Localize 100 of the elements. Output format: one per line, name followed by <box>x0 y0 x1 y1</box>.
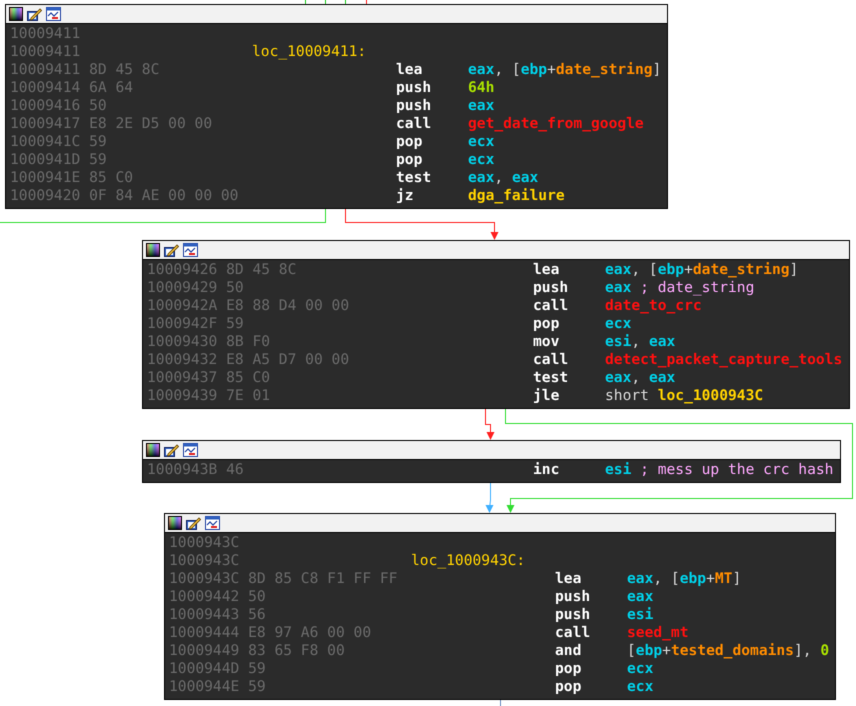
operand-text: eax <box>627 588 654 606</box>
instruction-bytes: 7E 01 <box>226 387 270 405</box>
graph-icon[interactable] <box>46 7 61 21</box>
mnemonic: pop <box>555 678 582 696</box>
address: 1000943C <box>169 534 240 552</box>
code-label: loc_1000943C: <box>411 552 526 570</box>
address: 1000943C <box>169 570 240 588</box>
address: 10009449 <box>169 642 240 660</box>
address: 1000941E <box>10 169 80 187</box>
mnemonic: call <box>533 351 568 369</box>
operand-text: seed_mt <box>627 624 689 642</box>
address: 10009411 <box>10 43 80 61</box>
operand-text: short loc_1000943C <box>605 387 764 405</box>
address: 10009426 <box>147 261 218 279</box>
mnemonic: push <box>555 606 590 624</box>
mnemonic: pop <box>396 133 422 151</box>
instruction-bytes: 8D 85 C8 F1 FF FF <box>248 570 398 588</box>
graph-icon[interactable] <box>183 443 198 457</box>
mnemonic: push <box>396 97 432 115</box>
operand-text: dga_failure <box>468 187 565 205</box>
instruction-bytes: E8 2E D5 00 00 <box>89 115 212 133</box>
address: 10009443 <box>169 606 240 624</box>
instruction-bytes: 59 <box>248 678 266 696</box>
address: 10009429 <box>147 279 218 297</box>
instruction-bytes: 50 <box>89 97 107 115</box>
mnemonic: lea <box>533 261 560 279</box>
instruction-bytes: E8 88 D4 00 00 <box>226 297 350 315</box>
instruction-bytes: 85 C0 <box>89 169 134 187</box>
mnemonic: lea <box>555 570 582 588</box>
palette-icon[interactable] <box>168 516 182 530</box>
operand-text: get_date_from_google <box>468 115 644 133</box>
edit-icon[interactable] <box>186 516 201 530</box>
address: 10009444 <box>169 624 240 642</box>
operand-text: ecx <box>468 133 494 151</box>
operand-text: date_to_crc <box>605 297 702 315</box>
palette-icon[interactable] <box>146 443 160 457</box>
instruction-bytes: E8 97 A6 00 00 <box>248 624 372 642</box>
address: 1000944D <box>169 660 240 678</box>
instruction-bytes: 59 <box>89 151 107 169</box>
palette-icon[interactable] <box>9 7 23 21</box>
palette-icon[interactable] <box>146 243 160 257</box>
operand-text: eax, [ebp+date_string] <box>468 61 662 79</box>
address: 10009432 <box>147 351 218 369</box>
instruction-bytes: 50 <box>226 279 244 297</box>
operand-text: esi ; mess up the crc hash <box>605 461 834 479</box>
operand-text: detect_packet_capture_tools <box>605 351 842 369</box>
instruction-bytes: 0F 84 AE 00 00 00 <box>89 187 238 205</box>
graph-icon[interactable] <box>183 243 198 257</box>
address: 10009439 <box>147 387 218 405</box>
mnemonic: push <box>396 79 432 97</box>
operand-text: eax, [ebp+MT] <box>627 570 742 588</box>
instruction-bytes: 8B F0 <box>226 333 270 351</box>
instruction-bytes: 50 <box>248 588 266 606</box>
address: 10009416 <box>10 97 80 115</box>
instruction-bytes: 6A 64 <box>89 79 134 97</box>
mnemonic: call <box>396 115 432 133</box>
mnemonic: and <box>555 642 582 660</box>
address: 10009414 <box>10 79 80 97</box>
address: 10009417 <box>10 115 80 133</box>
address: 10009430 <box>147 333 218 351</box>
edit-icon[interactable] <box>164 243 179 257</box>
instruction-bytes: 85 C0 <box>226 369 270 387</box>
edit-icon[interactable] <box>164 443 179 457</box>
mnemonic: pop <box>396 151 422 169</box>
instruction-bytes: 56 <box>248 606 266 624</box>
operand-text: ecx <box>627 678 654 696</box>
instruction-bytes: 59 <box>248 660 266 678</box>
address: 1000944E <box>169 678 240 696</box>
instruction-bytes: 59 <box>226 315 244 333</box>
operand-text: [ebp+tested_domains], 0 <box>627 642 830 660</box>
instruction-bytes: E8 A5 D7 00 00 <box>226 351 350 369</box>
address: 10009420 <box>10 187 80 205</box>
mnemonic: pop <box>555 660 582 678</box>
address: 1000941C <box>10 133 80 151</box>
address: 10009442 <box>169 588 240 606</box>
mnemonic: jz <box>396 187 414 205</box>
mnemonic: push <box>555 588 590 606</box>
operand-text: eax, eax <box>605 369 676 387</box>
address: 10009411 <box>10 25 80 43</box>
address: 1000941D <box>10 151 80 169</box>
instruction-bytes: 59 <box>89 133 107 151</box>
operand-text: 64h <box>468 79 494 97</box>
operand-text: ecx <box>605 315 632 333</box>
graph-icon[interactable] <box>205 516 220 530</box>
edit-icon[interactable] <box>27 7 42 21</box>
operand-text: ecx <box>627 660 654 678</box>
mnemonic: call <box>555 624 590 642</box>
operand-text: ecx <box>468 151 494 169</box>
instruction-bytes: 83 65 F8 00 <box>248 642 345 660</box>
mnemonic: test <box>396 169 432 187</box>
mnemonic: call <box>533 297 568 315</box>
address: 1000942F <box>147 315 218 333</box>
mnemonic: mov <box>533 333 560 351</box>
address: 1000942A <box>147 297 218 315</box>
operand-text: esi <box>627 606 654 624</box>
mnemonic: pop <box>533 315 560 333</box>
address: 1000943C <box>169 552 240 570</box>
mnemonic: jle <box>533 387 560 405</box>
operand-text: eax, [ebp+date_string] <box>605 261 798 279</box>
address: 10009411 <box>10 61 80 79</box>
